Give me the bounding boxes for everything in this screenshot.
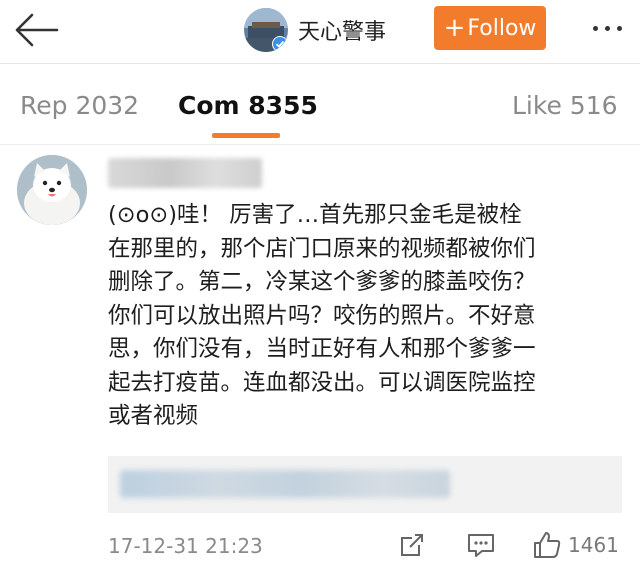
comment-timestamp: 17-12-31 21:23 — [108, 534, 263, 558]
follow-button[interactable]: + Follow — [434, 6, 546, 50]
account-name[interactable]: 天心警事 — [298, 14, 386, 46]
tab-comments[interactable]: Com 8355 — [178, 91, 318, 120]
comment-line: 在那里的，那个店门口原来的视频都被你们 — [108, 235, 536, 262]
follow-label: Follow — [467, 15, 537, 41]
comment-line: (⊙o⊙)哇！ 厉害了…首先那只金毛是被栓 — [108, 202, 522, 228]
more-dots-icon — [592, 25, 598, 31]
share-button[interactable] — [398, 528, 426, 562]
share-icon — [401, 534, 423, 556]
reply-preview-redacted — [120, 470, 450, 498]
reply-preview-box[interactable] — [108, 456, 622, 513]
tab-reposts[interactable]: Rep 2032 — [20, 91, 139, 120]
tab-likes[interactable]: Like 516 — [512, 91, 618, 120]
more-options-button[interactable] — [582, 8, 632, 48]
back-arrow-icon — [15, 13, 59, 47]
comment-body: (⊙o⊙)哇！ 厉害了…首先那只金毛是被栓 在那里的，那个店门口原来的视频都被你… — [108, 199, 623, 434]
account-header[interactable]: 天心警事 — [244, 6, 386, 54]
reply-icon — [468, 534, 494, 557]
comment-line: 你们可以放出照片吗？咬伤的照片。不好意 — [108, 302, 536, 329]
comment-line: 删除了。第二，冷某这个爹爹的膝盖咬伤？ — [108, 269, 536, 295]
top-bar: 天心警事 + Follow — [0, 0, 640, 64]
active-tab-indicator — [212, 133, 280, 138]
verified-badge-icon — [272, 36, 288, 52]
comment-line: 起去打疫苗。连血都没出。可以调医院监控 — [108, 369, 536, 396]
reply-button[interactable] — [466, 528, 496, 562]
comment-line: 或者视频 — [108, 403, 199, 429]
like-icon — [534, 532, 561, 558]
follow-plus-icon: + — [443, 13, 466, 43]
tab-bar: Rep 2032 Com 8355 Like 516 — [0, 65, 640, 145]
commenter-name-redacted[interactable] — [108, 158, 262, 188]
comment-line: 思，你们没有，当时正好有人和那个爹爹一 — [108, 336, 536, 362]
account-avatar[interactable] — [244, 8, 288, 52]
like-button[interactable]: 1461 — [532, 528, 619, 562]
back-button[interactable] — [8, 6, 64, 54]
like-count: 1461 — [568, 533, 619, 557]
commenter-avatar[interactable] — [17, 155, 87, 225]
